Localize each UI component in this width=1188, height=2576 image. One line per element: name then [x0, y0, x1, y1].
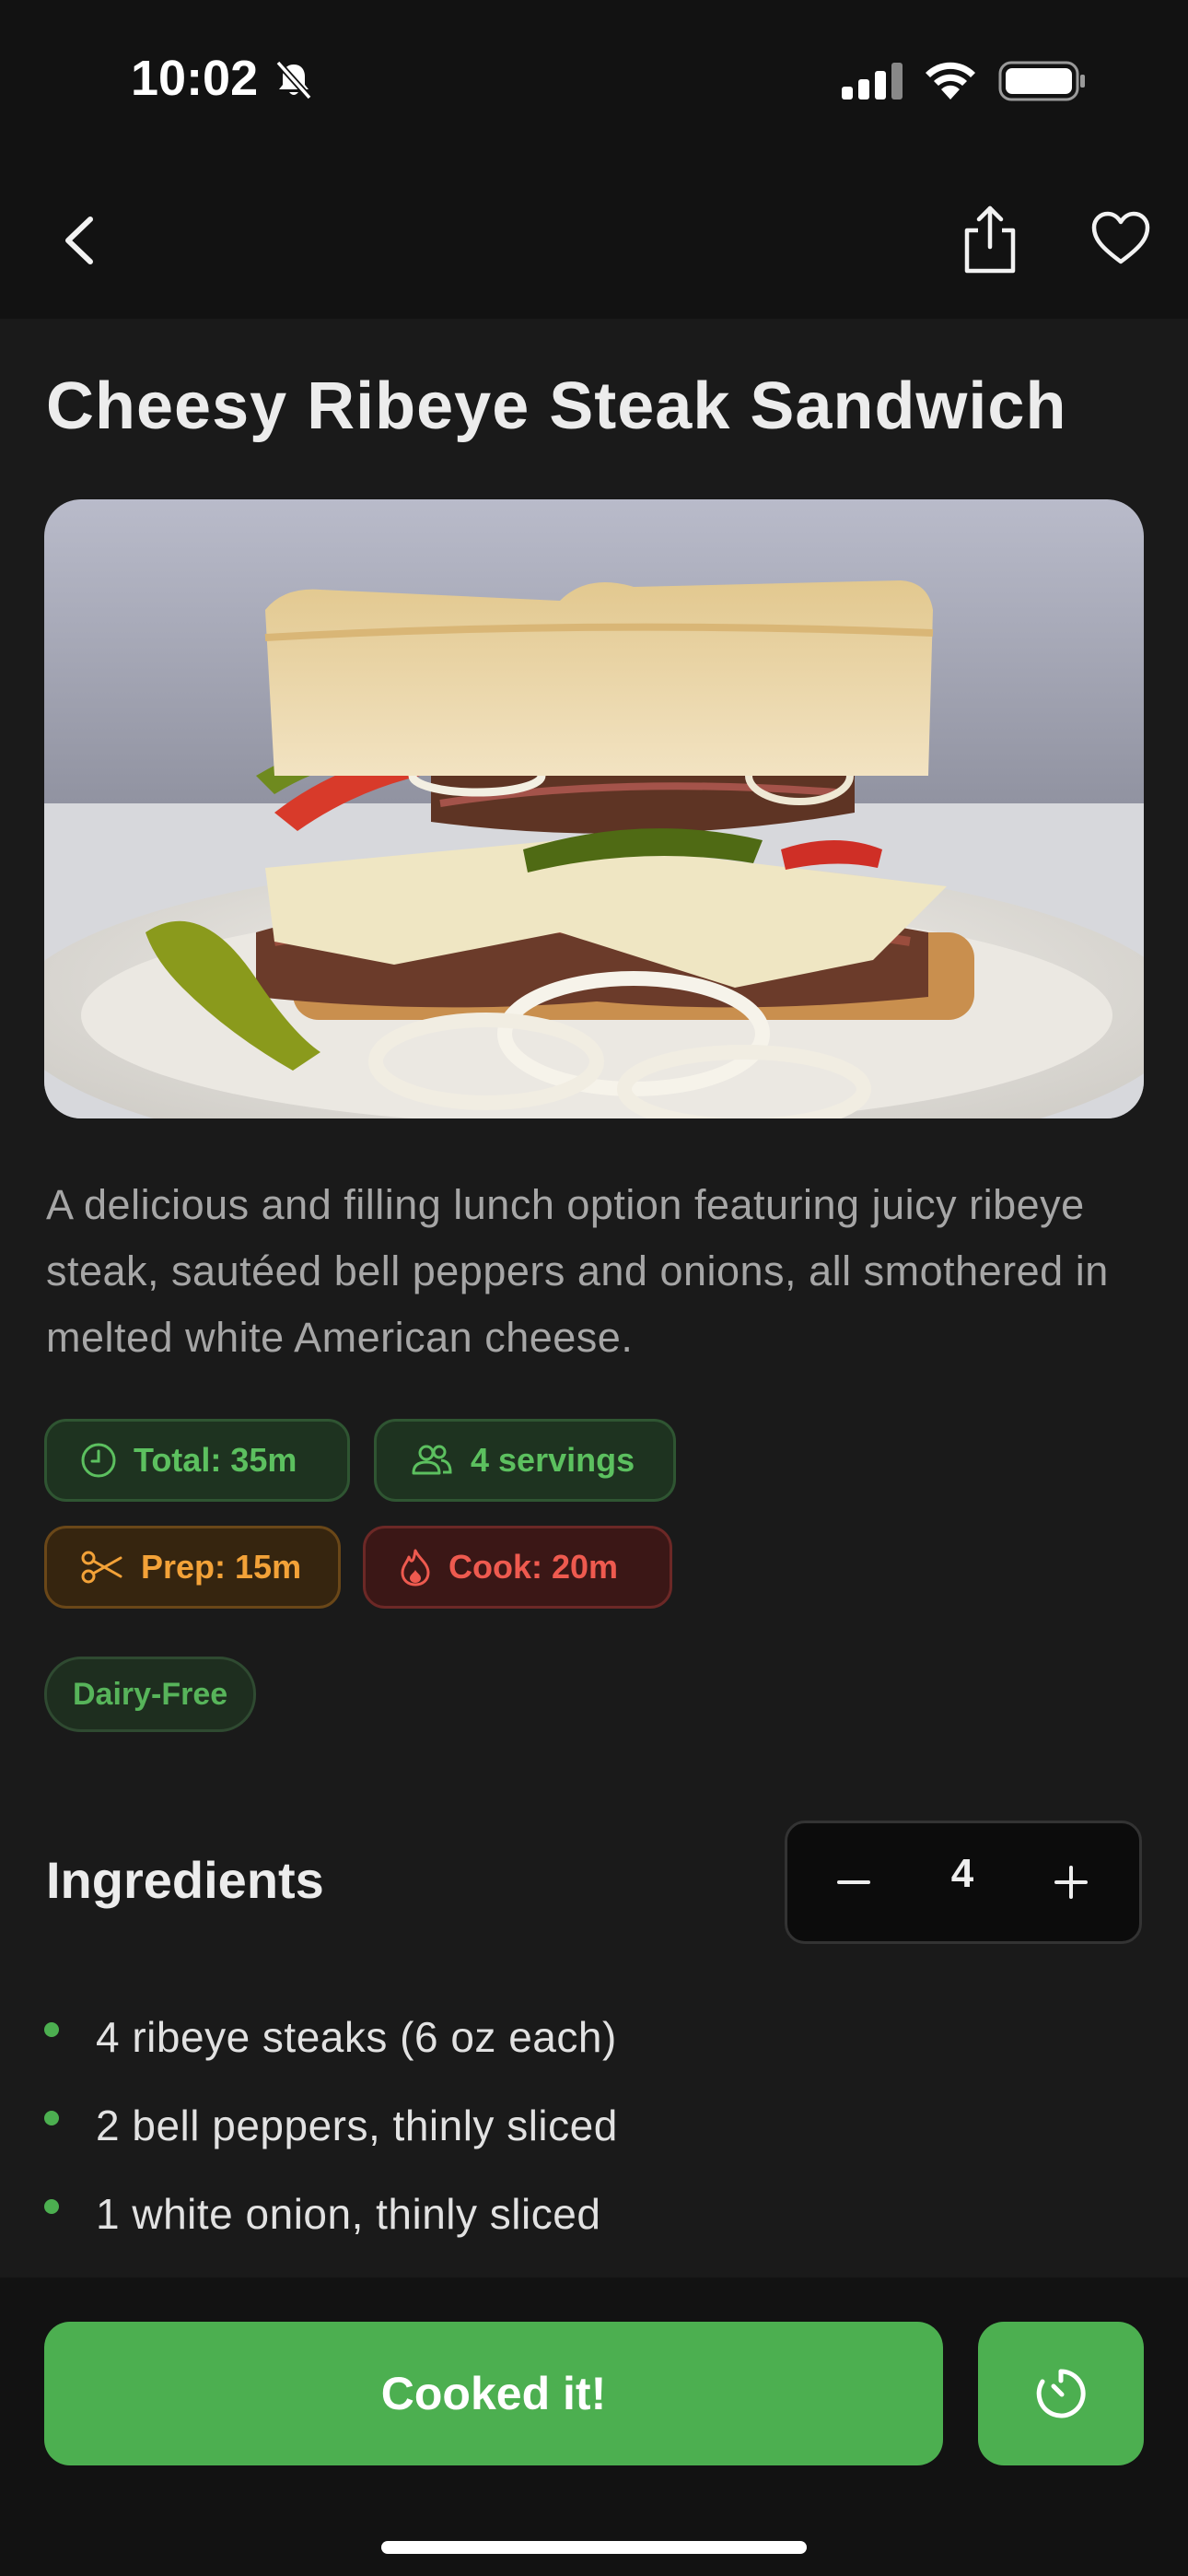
signal-icon — [842, 63, 903, 100]
status-time: 10:02 — [131, 51, 259, 106]
bottom-action-bar: Cooked it! — [0, 2277, 1188, 2576]
flame-icon — [401, 1549, 430, 1587]
timer-icon — [1036, 2369, 1086, 2418]
recipe-description: A delicious and filling lunch option fea… — [46, 1181, 1109, 1361]
ingredient-text: 4 ribeye steaks (6 oz each) — [96, 2013, 617, 2061]
bell-slash-icon — [275, 60, 312, 100]
servings-chip: 4 servings — [374, 1419, 676, 1502]
share-icon[interactable] — [958, 203, 1022, 276]
recipe-hero-image — [44, 499, 1144, 1118]
ingredient-text: 2 bell peppers, thinly sliced — [96, 2102, 618, 2149]
ingredient-item: 1 white onion, thinly sliced — [44, 2182, 600, 2246]
servings-value: 4 — [950, 1851, 974, 1896]
ingredient-item: 2 bell peppers, thinly sliced — [44, 2093, 618, 2158]
bullet-dot — [44, 2199, 59, 2214]
timer-button[interactable] — [978, 2322, 1144, 2465]
bullet-dot — [44, 2111, 59, 2125]
nav-bar — [0, 166, 1188, 319]
battery-icon — [998, 61, 1085, 101]
ingredient-text: 1 white onion, thinly sliced — [96, 2190, 601, 2238]
home-indicator — [381, 2541, 807, 2554]
bullet-dot — [44, 2022, 59, 2037]
status-bar: 10:02 — [0, 0, 1188, 166]
ingredients-heading: Ingredients — [46, 1851, 324, 1909]
total-time-label: Total: 35m — [134, 1441, 297, 1479]
diet-tag-chip: Dairy-Free — [44, 1657, 257, 1732]
plus-icon[interactable] — [1042, 1853, 1101, 1912]
heart-icon[interactable] — [1090, 210, 1151, 267]
servings-label: 4 servings — [471, 1441, 635, 1479]
cook-time-chip: Cook: 20m — [363, 1526, 672, 1609]
clock-icon — [81, 1443, 116, 1478]
total-time-chip: Total: 35m — [44, 1419, 350, 1502]
scissors-icon — [81, 1551, 122, 1584]
people-icon — [412, 1445, 452, 1475]
prep-time-label: Prep: 15m — [141, 1548, 302, 1586]
servings-stepper: 4 — [785, 1821, 1142, 1944]
prep-time-chip: Prep: 15m — [44, 1526, 341, 1609]
chevron-left-icon[interactable] — [53, 208, 109, 273]
cook-time-label: Cook: 20m — [448, 1548, 619, 1586]
ingredient-item: 4 ribeye steaks (6 oz each) — [44, 2005, 617, 2069]
cooked-it-button[interactable]: Cooked it! — [44, 2322, 943, 2465]
recipe-title: Cheesy Ribeye Steak Sandwich — [46, 369, 1067, 443]
wifi-icon — [926, 62, 975, 100]
minus-icon[interactable] — [824, 1853, 883, 1912]
